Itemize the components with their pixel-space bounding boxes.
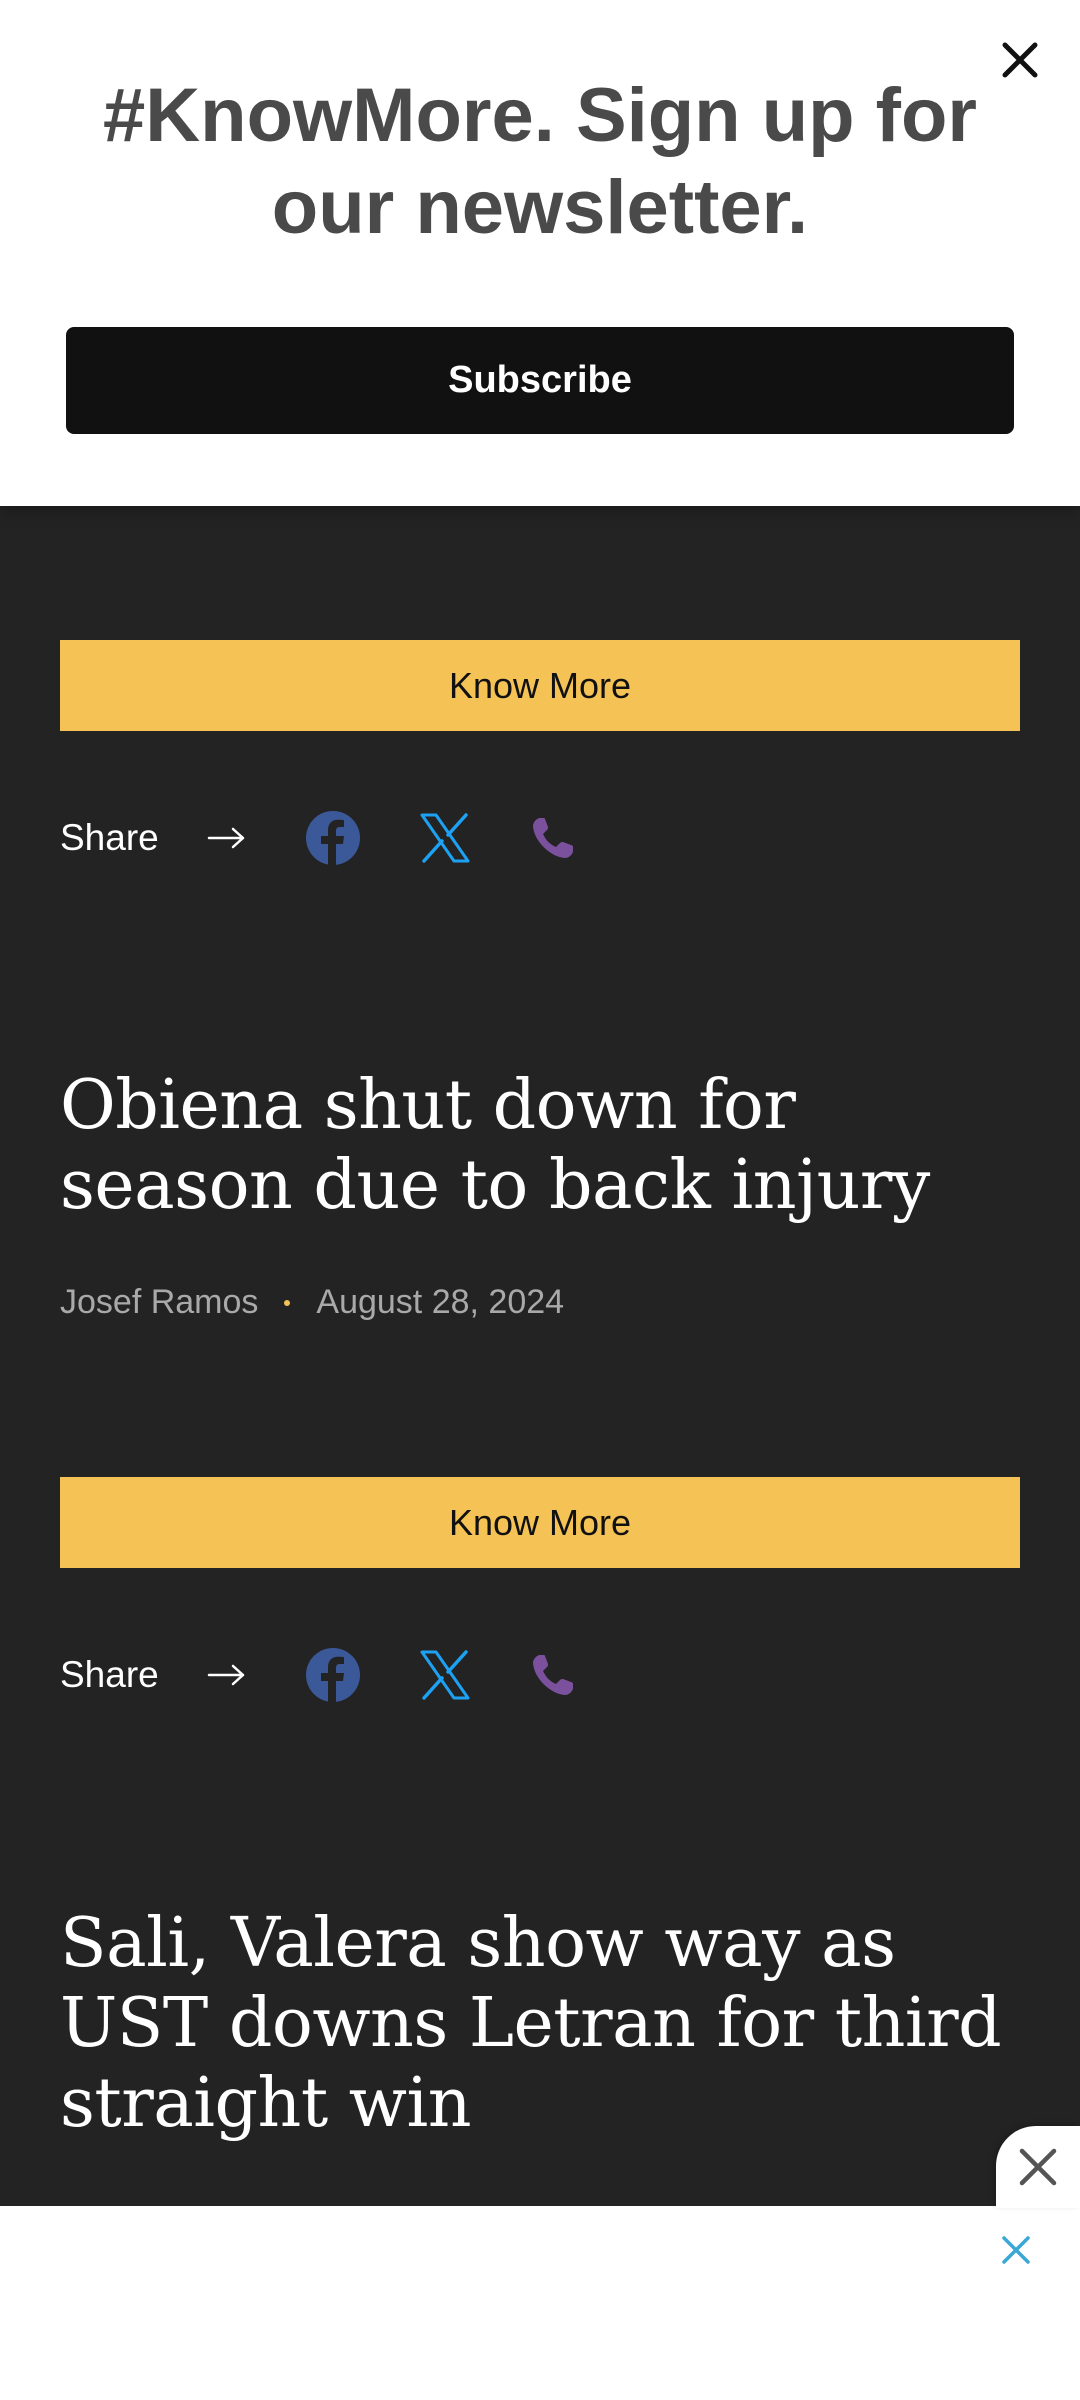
share-label: Share xyxy=(60,1654,159,1695)
close-icon xyxy=(1002,2236,1030,2264)
facebook-icon[interactable] xyxy=(303,1645,363,1705)
newsletter-title: #KnowMore. Sign up for our newsletter. xyxy=(103,73,977,250)
close-icon xyxy=(1019,2148,1057,2186)
subscribe-button[interactable]: Subscribe xyxy=(66,327,1014,434)
phone-icon[interactable] xyxy=(523,1645,583,1705)
share-row: Share xyxy=(60,803,660,873)
share-row: Share xyxy=(60,1640,660,1710)
ad-close-button[interactable] xyxy=(996,2126,1080,2208)
x-icon[interactable] xyxy=(415,808,475,868)
share-label: Share xyxy=(60,817,159,858)
article-headline[interactable]: Obiena shut down for season due to back … xyxy=(60,1066,1020,1226)
know-more-button[interactable]: Know More xyxy=(60,640,1020,731)
ad-dismiss-button[interactable] xyxy=(994,2228,1038,2272)
phone-icon[interactable] xyxy=(523,808,583,868)
know-more-button[interactable]: Know More xyxy=(60,1477,1020,1568)
article-meta: Josef Ramos August 28, 2024 xyxy=(60,1283,564,1322)
arrow-right-icon xyxy=(207,1660,247,1690)
article-headline[interactable]: Sali, Valera show way as UST downs Letra… xyxy=(60,1904,1020,2144)
article-date: August 28, 2024 xyxy=(316,1283,565,1321)
meta-separator-dot xyxy=(284,1299,291,1306)
article-author[interactable]: Josef Ramos xyxy=(60,1283,258,1322)
arrow-right-icon xyxy=(207,823,247,853)
newsletter-banner: #KnowMore. Sign up for our newsletter. S… xyxy=(0,0,1080,506)
article-feed: Know More Share Obiena shut down for sea… xyxy=(0,506,1080,2206)
x-icon[interactable] xyxy=(415,1645,475,1705)
bottom-ad-banner xyxy=(0,2206,1080,2400)
facebook-icon[interactable] xyxy=(303,808,363,868)
